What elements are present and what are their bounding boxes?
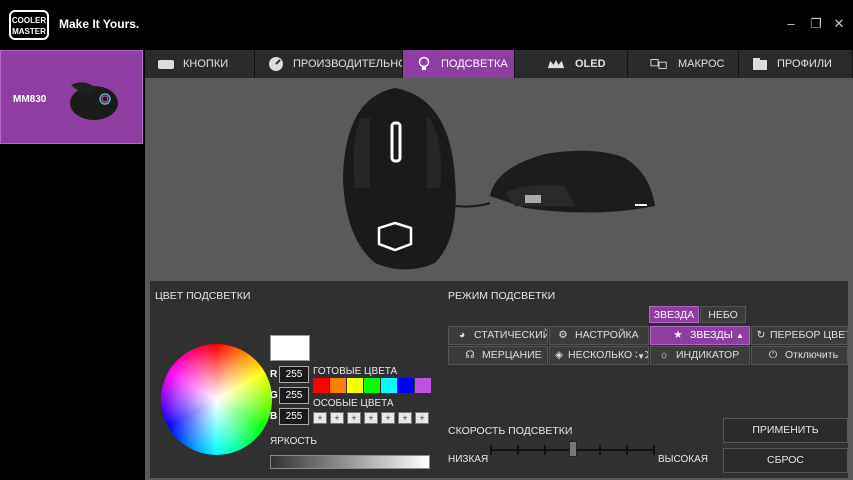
cycle-icon: ↻ [756, 329, 766, 341]
preset-color-swatch[interactable] [364, 378, 380, 393]
tab-oled-label: OLED [575, 58, 606, 70]
tab-lighting-label: ПОДСВЕТКА [441, 58, 508, 70]
pulse-icon: ☊ [465, 349, 475, 361]
lighting-page: ЦВЕТ ПОДСВЕТКИ R 255 G 255 B 255 ГОТОВЫЕ… [145, 78, 853, 480]
mode-off-button[interactable]: ⏻ Отключить [751, 346, 848, 365]
mode-breathing-button[interactable]: ☊ МЕРЦАНИЕ [448, 346, 548, 365]
device-name: MM830 [13, 94, 47, 105]
mode-custom-button[interactable]: ⚙ НАСТРОЙКА [549, 326, 649, 345]
chevron-up-icon: ▲ [736, 331, 744, 340]
speed-low-label: НИЗКАЯ [448, 454, 489, 465]
custom-color-slot[interactable]: + [364, 412, 378, 424]
preset-color-swatch[interactable] [330, 378, 346, 393]
custom-colors-label: ОСОБЫЕ ЦВЕТА [313, 398, 394, 409]
title-bar: COOLER MASTER Make It Yours. – ❐ ✕ [0, 0, 853, 50]
tab-macro[interactable]: МАКРОС [628, 50, 739, 78]
slider-tick [544, 445, 547, 455]
main-tabs: КНОПКИ ПРОИЗВОДИТЕЛЬНОСТЬ ПОДСВЕТКА OLED… [145, 50, 853, 78]
minimize-button[interactable]: – [783, 16, 799, 32]
gear-icon: ⚙ [558, 329, 568, 341]
g-label: G [270, 390, 278, 401]
brightness-label: ЯРКОСТЬ [270, 436, 317, 447]
folder-icon [753, 58, 767, 70]
speed-slider-thumb[interactable] [568, 441, 577, 457]
tab-profiles[interactable]: ПРОФИЛИ [739, 50, 853, 78]
custom-color-slot[interactable]: + [330, 412, 344, 424]
preset-color-swatch[interactable] [398, 378, 414, 393]
preset-color-swatch[interactable] [415, 378, 431, 393]
tab-performance[interactable]: ПРОИЗВОДИТЕЛЬНОСТЬ [255, 50, 403, 78]
custom-color-slot[interactable]: + [347, 412, 361, 424]
keyboard-icon [158, 60, 174, 69]
reset-button[interactable]: СБРОС [723, 448, 848, 473]
tab-buttons-label: КНОПКИ [183, 58, 229, 70]
mouse-thumbnail-image [70, 82, 118, 120]
macro-icon [650, 59, 667, 69]
layers-icon: ◈ [554, 349, 564, 361]
mode-stars-label: ЗВЕЗДЫ [690, 329, 733, 341]
slider-tick [490, 445, 492, 455]
mode-static-button[interactable]: ◕ СТАТИЧЕСКИЙ [448, 326, 548, 345]
preset-color-swatch[interactable] [313, 378, 329, 393]
mode-color-cycle-button[interactable]: ↻ ПЕРЕБОР ЦВЕТО [751, 326, 848, 345]
lighting-speed-title: СКОРОСТЬ ПОДСВЕТКИ [448, 425, 573, 437]
chevron-down-icon: ▼ [637, 348, 645, 364]
mode-custom-label: НАСТРОЙКА [575, 329, 639, 341]
palette-icon: ◕ [458, 329, 466, 341]
slider-tick [517, 445, 520, 455]
b-label: B [270, 411, 278, 422]
slider-tick [653, 445, 655, 455]
mode-color-cycle-label: ПЕРЕБОР ЦВЕТО [770, 329, 847, 341]
custom-color-slot[interactable]: + [313, 412, 327, 424]
tab-performance-label: ПРОИЗВОДИТЕЛЬНОСТЬ [293, 58, 402, 70]
mouse-preview-image [145, 78, 853, 280]
lighting-color-title: ЦВЕТ ПОДСВЕТКИ [155, 290, 251, 302]
bulb-icon [418, 56, 430, 70]
tab-oled[interactable]: OLED [515, 50, 628, 78]
star-icon: ★ [673, 329, 683, 341]
mode-breathing-label: МЕРЦАНИЕ [482, 349, 542, 361]
tab-lighting[interactable]: ПОДСВЕТКА [403, 50, 515, 78]
tab-macro-label: МАКРОС [678, 58, 725, 70]
mode-multizone-button[interactable]: ◈ НЕСКОЛЬКО ЗОН ▼ [549, 346, 649, 365]
tab-profiles-label: ПРОФИЛИ [777, 58, 832, 70]
apply-button[interactable]: ПРИМЕНИТЬ [723, 418, 848, 443]
b-input[interactable]: 255 [279, 408, 309, 425]
mode-indicator-button[interactable]: ☼ ИНДИКАТОР [650, 346, 750, 365]
preset-color-swatch[interactable] [347, 378, 363, 393]
preset-color-swatch[interactable] [381, 378, 397, 393]
gauge-icon [269, 57, 283, 71]
cooler-master-logo: COOLER MASTER [9, 10, 49, 40]
r-label: R [270, 369, 278, 380]
mode-stars-button[interactable]: ★ ЗВЕЗДЫ ▲ [650, 326, 750, 345]
slider-tick [598, 445, 601, 455]
mode-indicator-label: ИНДИКАТОР [676, 349, 740, 361]
sub-tab-star[interactable]: ЗВЕЗДА [649, 306, 699, 323]
speed-high-label: ВЫСОКАЯ [658, 454, 709, 465]
crown-icon [547, 59, 565, 69]
custom-color-slot[interactable]: + [381, 412, 395, 424]
g-input[interactable]: 255 [279, 387, 309, 404]
power-icon: ⏻ [768, 349, 778, 361]
custom-color-slot[interactable]: + [415, 412, 429, 424]
tab-buttons[interactable]: КНОПКИ [145, 50, 255, 78]
app-tagline: Make It Yours. [59, 17, 140, 31]
custom-color-slot[interactable]: + [398, 412, 412, 424]
sub-tab-sky[interactable]: НЕБО [700, 306, 746, 323]
preset-colors-label: ГОТОВЫЕ ЦВЕТА [313, 366, 398, 377]
slider-tick [625, 445, 628, 455]
device-card-mm830[interactable]: MM830 [0, 50, 143, 144]
close-button[interactable]: ✕ [831, 16, 847, 32]
color-wheel[interactable] [161, 344, 272, 455]
brightness-slider[interactable] [270, 455, 430, 469]
lighting-mode-title: РЕЖИМ ПОДСВЕТКИ [448, 290, 556, 302]
maximize-button[interactable]: ❐ [808, 16, 824, 32]
mode-off-label: Отключить [785, 349, 839, 361]
mode-static-label: СТАТИЧЕСКИЙ [474, 329, 548, 341]
indicator-icon: ☼ [659, 349, 669, 361]
selected-color-swatch [270, 335, 310, 361]
r-input[interactable]: 255 [279, 366, 309, 383]
